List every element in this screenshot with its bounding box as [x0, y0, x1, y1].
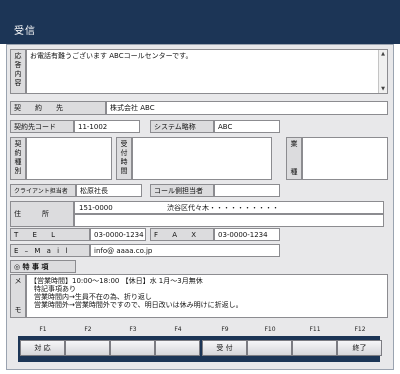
client-person-label: クライアント担当者 — [10, 184, 76, 197]
f12-end-button[interactable]: 終了 — [337, 340, 382, 356]
fax-label: F A X — [150, 228, 214, 241]
f11-button[interactable] — [292, 340, 337, 356]
memo-label: メ モ — [10, 274, 26, 318]
f4-button[interactable] — [155, 340, 200, 356]
fkey-label-f12: F12 — [354, 326, 366, 333]
script-text: お電話有難うございます ABCコールセンターです。 — [30, 52, 193, 60]
email-field[interactable]: info@ aaaa.co.jp — [90, 244, 280, 257]
reception-time-label: 受 付 時 間 — [116, 137, 132, 180]
fax-field[interactable]: 03-0000-1234 — [214, 228, 280, 241]
window-title: 受信 — [14, 26, 36, 37]
tel-field[interactable]: 03-0000-1234 — [90, 228, 146, 241]
system-abbr-field[interactable]: ABC — [214, 120, 280, 133]
business-type-field[interactable] — [302, 137, 388, 180]
fkey-label-f11: F11 — [309, 326, 321, 333]
contract-field[interactable]: 株式会社 ABC — [106, 101, 388, 115]
special-notes-label: ◎ 特 事 項 — [10, 260, 76, 273]
contract-label: 契 約 先 — [10, 101, 106, 115]
fkey-label-f9: F9 — [221, 326, 229, 333]
call-person-label: コール側担当者 — [150, 184, 214, 197]
memo-textarea[interactable]: 【営業時間】10:00～18:00 【休日】水 1月～3月無休 特記事項あり 営… — [26, 274, 388, 318]
memo-line: 【営業時間】10:00～18:00 【休日】水 1月～3月無休 — [30, 277, 203, 285]
email-label: E – M a i l — [10, 244, 90, 257]
business-type-label: 業 種 — [286, 137, 302, 180]
contract-code-field[interactable]: 11-1002 — [74, 120, 140, 133]
fkey-label-f3: F3 — [129, 326, 137, 333]
system-abbr-label: システム略称 — [150, 120, 214, 133]
zip-value: 151-0000 — [79, 203, 113, 212]
fkey-label-f10: F10 — [264, 326, 276, 333]
contract-code-label: 契約先コード — [10, 120, 74, 133]
script-scrollbar[interactable]: ▲ ▼ — [378, 50, 387, 93]
address-label: 住 所 — [10, 201, 74, 227]
memo-line: 営業時間内→生員不在の為、折り返し — [34, 293, 152, 301]
f9-accept-button[interactable]: 受 付 — [202, 340, 247, 356]
script-label-char: 答 — [14, 61, 22, 69]
contract-type-field[interactable] — [26, 137, 112, 180]
address-line1-value: 渋谷区代々木・・・・・・・・・・ — [167, 203, 279, 212]
f1-respond-button[interactable]: 対 応 — [20, 340, 65, 356]
script-label-char: 容 — [14, 79, 22, 87]
call-person-field[interactable] — [214, 184, 280, 197]
tel-label: T E L — [10, 228, 90, 241]
address-line1-field[interactable]: 151-0000 渋谷区代々木・・・・・・・・・・ — [74, 201, 384, 214]
script-label-char: 応 — [14, 52, 22, 60]
scroll-down-icon[interactable]: ▼ — [379, 85, 387, 93]
reception-time-field[interactable] — [132, 137, 272, 180]
fkey-label-f4: F4 — [174, 326, 182, 333]
client-person-field[interactable]: 松原社長 — [76, 184, 142, 197]
fkey-label-f1: F1 — [39, 326, 47, 333]
script-label-char: 内 — [14, 70, 22, 78]
memo-line: 特記事項あり — [34, 285, 76, 293]
fkey-label-f2: F2 — [84, 326, 92, 333]
f10-button[interactable] — [247, 340, 292, 356]
memo-line: 営業時間外→営業時間外ですので、明日改いは休み明けに折返し。 — [34, 301, 243, 309]
address-line2-field[interactable] — [74, 214, 384, 227]
contract-type-label: 契 約 種 別 — [10, 137, 26, 180]
f3-button[interactable] — [110, 340, 155, 356]
script-textarea[interactable]: お電話有難うございます ABCコールセンターです。 ▲ ▼ — [26, 49, 388, 94]
title-bar: 受信 — [0, 0, 400, 44]
function-key-bar: F1 F2 F3 F4 F9 F10 F11 F12 対 応 受 付 終了 — [6, 326, 394, 370]
script-label: 応 答 内 容 — [10, 49, 26, 94]
scroll-up-icon[interactable]: ▲ — [379, 50, 387, 58]
f2-button[interactable] — [65, 340, 110, 356]
